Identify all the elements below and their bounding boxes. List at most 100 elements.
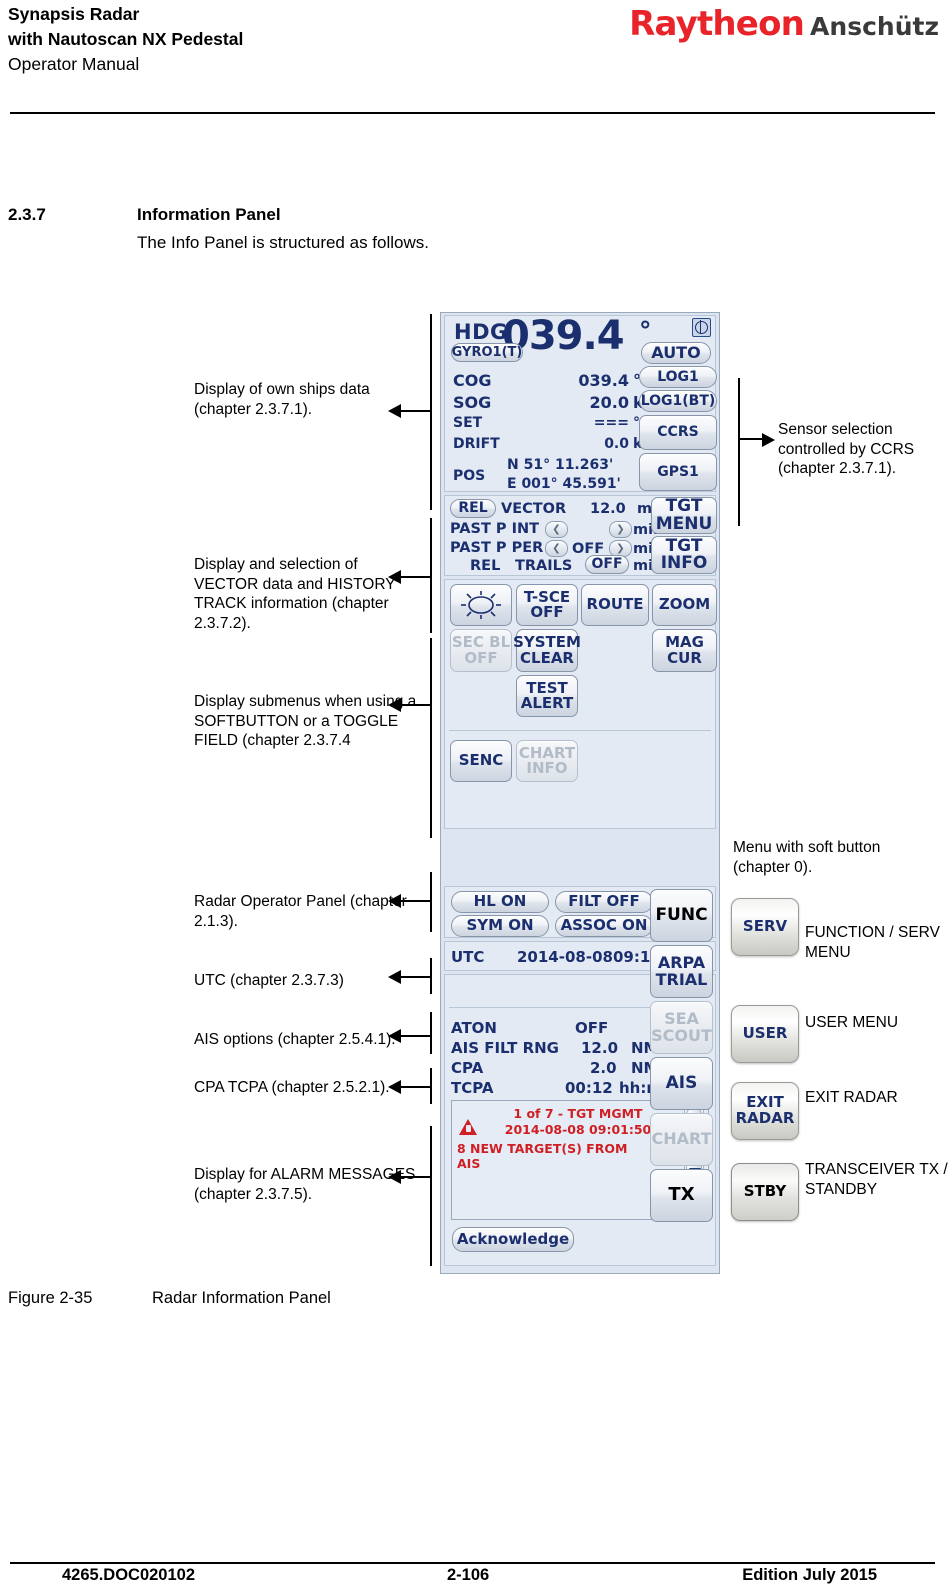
hardware-key-exit-radar-line2: RADAR (735, 1109, 795, 1127)
trails-value-button[interactable]: OFF (585, 555, 629, 574)
heading-source-button[interactable]: GYRO1(T) (451, 343, 523, 362)
annotation-alarm-messages: Display for ALARM MESSAGES (chapter 2.3.… (194, 1166, 416, 1203)
brand-logo: Raytheon Anschütz (629, 4, 939, 44)
footer-page-number: 2-106 (447, 1566, 490, 1584)
pos-latitude: N 51° 11.263' (507, 457, 614, 473)
chart-info-line2: INFO (526, 759, 568, 777)
tx-button[interactable]: TX (650, 1169, 713, 1222)
pos-longitude: E 001° 45.591' (507, 476, 621, 492)
leader-bracket-alarm (430, 1126, 432, 1266)
hardware-key-serv[interactable]: SERV (731, 898, 799, 956)
hl-on-button[interactable]: HL ON (451, 891, 549, 913)
radar-info-panel: HDG 039.4 ° GYRO1(T) AUTO COG 039.4 ° SO… (440, 312, 720, 1274)
cog-label: COG (453, 371, 492, 390)
annotation-operator-panel: Radar Operator Panel (chapter 2.1.3). (194, 893, 407, 930)
zoom-button[interactable]: ZOOM (652, 584, 717, 626)
system-clear-button[interactable]: SYSTEM CLEAR (513, 629, 581, 672)
sea-scout-button[interactable]: SEA SCOUT (650, 1001, 713, 1054)
tgt-menu-line1: TGT (665, 496, 703, 517)
sensor-gps1-button[interactable]: GPS1 (639, 453, 717, 491)
submenu-block: T-SCE OFF ROUTE ZOOM SEC BL OFF SYSTEM C… (444, 579, 717, 829)
section-title: Information Panel (137, 205, 281, 224)
cog-value: 039.4 (578, 371, 629, 390)
acknowledge-button[interactable]: Acknowledge (452, 1227, 574, 1252)
annotation-cpa-tcpa: CPA TCPA (chapter 2.5.2.1). (194, 1079, 390, 1096)
sog-value: 20.0 (589, 393, 629, 412)
leader-bracket-cpa (430, 1068, 432, 1104)
annotation-submenus: Display submenus when using a SOFTBUTTON… (194, 693, 417, 749)
hardware-key-stby-label: STBY (743, 1182, 787, 1201)
alarm-counter: 1 of 7 - TGT MGMT (513, 1106, 643, 1121)
chart-info-button[interactable]: CHART INFO (516, 740, 578, 782)
leader-bracket-submenu (430, 638, 432, 838)
hardware-key-stby[interactable]: STBY (731, 1163, 799, 1221)
hardware-key-stby-description: TRANSCEIVER TX / STANDBY (805, 1161, 948, 1198)
header-line-2: with Nautoscan NX Pedestal (8, 29, 244, 49)
leader-bracket-ais (430, 1012, 432, 1054)
assoc-on-button[interactable]: ASSOC ON (555, 915, 653, 937)
leader-line-cpa (400, 1086, 432, 1088)
ais-button[interactable]: AIS (650, 1057, 713, 1110)
test-alert-button[interactable]: TEST ALERT (516, 675, 578, 717)
leader-bracket-sensor (738, 378, 740, 526)
hardware-key-user[interactable]: USER (731, 1005, 799, 1063)
route-button[interactable]: ROUTE (581, 584, 649, 626)
mag-cur-button[interactable]: MAG CUR (652, 629, 717, 672)
system-clear-line2: CLEAR (520, 648, 574, 667)
vector-value: 12.0 (590, 501, 626, 517)
heading-mode-auto-button[interactable]: AUTO (641, 342, 711, 364)
warning-triangle-icon (459, 1119, 477, 1135)
pos-label: POS (453, 468, 486, 484)
vector-label: VECTOR (501, 501, 567, 517)
vector-mode-button[interactable]: REL (450, 499, 496, 518)
header-divider (10, 112, 935, 114)
hardware-key-user-description: USER MENU (805, 1014, 899, 1031)
hardware-key-exit-radar[interactable]: EXIT RADAR (731, 1082, 799, 1140)
tgt-menu-button[interactable]: TGT MENU (651, 497, 717, 534)
t-sce-button[interactable]: T-SCE OFF (516, 584, 578, 626)
sec-bl-button[interactable]: SEC BL OFF (450, 629, 512, 672)
leader-line-operator (400, 900, 432, 902)
aton-value: OFF (575, 1019, 609, 1037)
sensor-log1bt-button[interactable]: LOG1(BT) (639, 390, 717, 412)
set-value: === (593, 415, 629, 431)
hdg-degree-symbol: ° (639, 316, 652, 345)
past-p-int-label: PAST P INT (450, 521, 539, 537)
leader-line-submenu (400, 704, 432, 706)
leader-line-sensor (740, 438, 764, 440)
ais-filt-rng-label: AIS FILT RNG (451, 1039, 559, 1057)
brightness-sun-icon (461, 591, 501, 619)
leader-line-own-ship (400, 410, 432, 412)
section-intro: The Info Panel is structured as follows. (137, 233, 429, 252)
section-number: 2.3.7 (8, 205, 46, 224)
tcpa-label: TCPA (451, 1079, 494, 1097)
arpa-trial-button[interactable]: ARPA TRIAL (650, 945, 713, 998)
alarm-timestamp: 2014-08-08 09:01:50 (504, 1122, 652, 1137)
sensor-ccrs-button[interactable]: CCRS (639, 415, 717, 450)
t-sce-line2: OFF (530, 603, 564, 621)
alarm-message: 8 NEW TARGET(S) FROM AIS (457, 1141, 628, 1171)
aton-label: ATON (451, 1019, 497, 1037)
annotation-vector-history: Display and selection of VECTOR data and… (194, 556, 396, 632)
arpa-trial-line2: TRIAL (655, 969, 708, 989)
sensor-log1-button[interactable]: LOG1 (639, 366, 717, 388)
hdg-label: HDG (454, 320, 508, 344)
cpa-label: CPA (451, 1059, 484, 1077)
drift-label: DRIFT (453, 436, 500, 452)
past-p-int-increment-chevron-right-icon[interactable]: ❯ (609, 521, 632, 538)
tgt-info-button[interactable]: TGT INFO (651, 536, 717, 574)
sea-scout-line2: SCOUT (651, 1025, 712, 1045)
hardware-key-serv-label: SERV (742, 917, 788, 936)
brightness-sun-icon-button[interactable] (450, 584, 512, 626)
sym-on-button[interactable]: SYM ON (451, 915, 549, 937)
func-button[interactable]: FUNC (650, 889, 713, 942)
past-p-per-decrement-chevron-left-icon[interactable]: ❮ (545, 540, 568, 557)
document-header-title: Synapsis Radar with Nautoscan NX Pedesta… (8, 2, 528, 77)
senc-button[interactable]: SENC (450, 740, 512, 782)
figure-number: Figure 2-35 (8, 1289, 93, 1307)
past-p-int-decrement-chevron-left-icon[interactable]: ❮ (545, 521, 568, 538)
leader-line-utc (400, 976, 432, 978)
filt-off-button[interactable]: FILT OFF (555, 891, 653, 913)
annotation-own-ship-data: Display of own ships data (chapter 2.3.7… (194, 381, 370, 418)
chart-button[interactable]: CHART (650, 1113, 713, 1166)
